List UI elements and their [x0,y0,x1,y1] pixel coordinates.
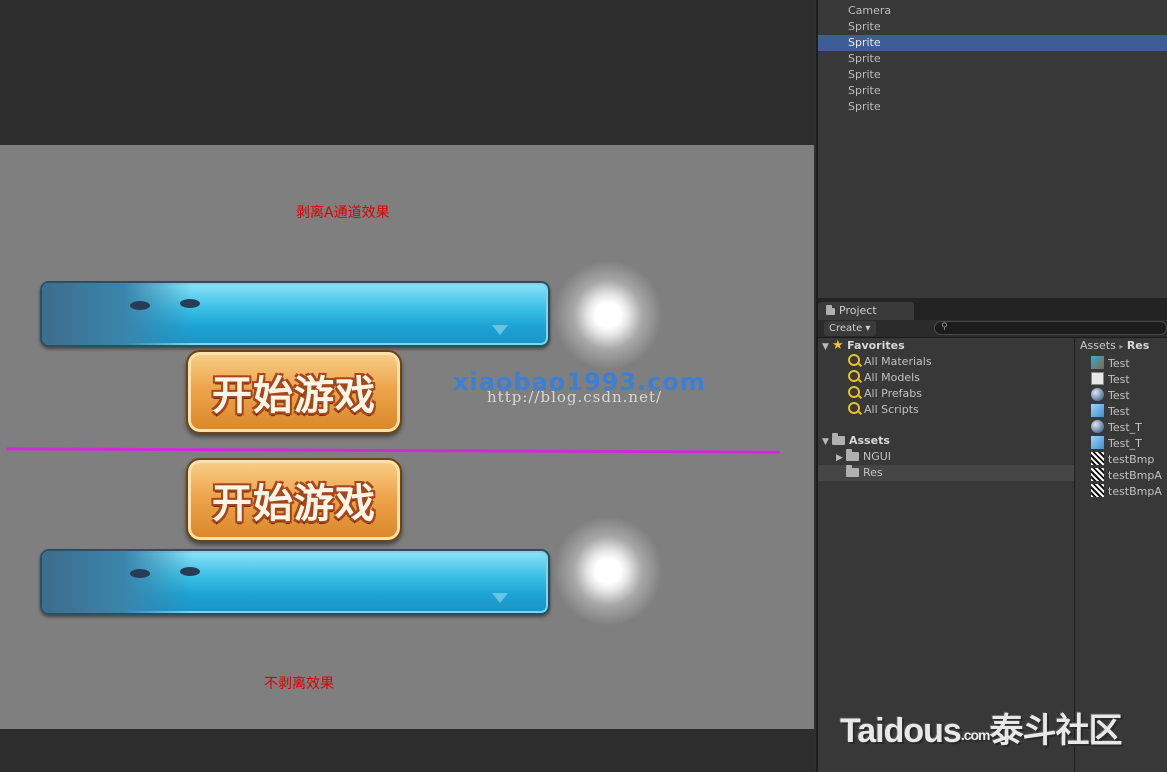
game-view[interactable]: 剥离A通道效果 开始游戏 xiaobao1993.com http://blog… [0,145,814,729]
asset-item[interactable]: Test [1091,356,1130,372]
prefab-icon [1091,356,1104,369]
breadcrumb-root[interactable]: Assets [1080,339,1116,352]
game-view-bottom-bar [0,729,814,772]
favorites-header[interactable]: ▼ ★ Favorites [822,338,905,354]
asset-label: Test [1108,405,1130,418]
favorite-item[interactable]: All Scripts [848,402,919,418]
search-icon: ⚲ [941,322,948,332]
asset-label: testBmp [1108,453,1155,466]
watermark-url: http://blog.csdn.net/ [487,388,663,406]
asset-label: testBmpA [1108,469,1162,482]
expand-arrow-icon: ▼ [822,437,829,447]
folder-icon [846,465,859,477]
asset-item[interactable]: Test [1091,404,1130,420]
asset-item[interactable]: testBmpA [1091,468,1162,484]
folder-icon [832,433,845,445]
hierarchy-item-sprite[interactable]: Sprite [818,19,1167,35]
asset-item[interactable]: Test_T [1091,436,1142,452]
create-dropdown[interactable]: Create ▾ [824,321,876,336]
start-game-label: 开始游戏 [212,481,376,527]
collapse-arrow-icon: ▶ [836,453,843,463]
hierarchy-item-sprite[interactable]: Sprite [818,99,1167,115]
site-watermark-logo: Taidous.com泰斗社区 [840,703,1123,752]
start-game-button-bottom[interactable]: 开始游戏 [186,458,402,542]
favorite-label: All Scripts [864,403,919,416]
asset-label: Test_T [1108,437,1142,450]
texture-icon [1091,484,1104,497]
tab-project-label: Project [839,304,877,317]
assets-title: Assets [849,434,890,447]
tab-project[interactable]: Project [818,302,914,320]
favorite-label: All Models [864,371,920,384]
hierarchy-item-sprite-selected[interactable]: Sprite [818,35,1167,51]
search-icon [848,354,860,366]
expand-arrow-icon: ▼ [822,342,829,352]
cube-icon [1091,404,1104,417]
start-game-label: 开始游戏 [212,373,376,419]
asset-item[interactable]: testBmpA [1091,484,1162,500]
asset-label: testBmpA [1108,485,1162,498]
breadcrumb-current[interactable]: Res [1127,339,1149,352]
hierarchy-item-sprite[interactable]: Sprite [818,83,1167,99]
folder-icon [826,305,835,315]
start-game-button-top[interactable]: 开始游戏 [186,350,402,434]
breadcrumb-separator-icon: ▸ [1119,342,1124,351]
cube-icon [1091,436,1104,449]
folder-label: NGUI [863,450,892,463]
asset-label: Test [1108,357,1130,370]
project-search-input[interactable]: ⚲ [934,321,1167,335]
favorite-item[interactable]: All Materials [848,354,932,370]
bar-shine-mark [492,325,508,335]
progress-bar-bottom [40,549,550,615]
favorite-label: All Materials [864,355,932,368]
character-face-art [42,283,192,345]
watermark-brand: Taidous [840,712,962,750]
asset-item[interactable]: Test [1091,388,1130,404]
face-eye-left [130,569,150,578]
texture-icon [1091,468,1104,481]
search-icon [848,402,860,414]
favorite-label: All Prefabs [864,387,922,400]
breadcrumb: Assets ▸ Res [1080,339,1149,352]
watermark-cn: 泰斗社区 [989,712,1123,750]
asset-item[interactable]: testBmp [1091,452,1154,468]
face-eye-right [180,299,200,308]
folder-label: Res [863,466,883,479]
watermark-suffix: .com [960,727,991,743]
hierarchy-item-sprite[interactable]: Sprite [818,51,1167,67]
folder-item-res-selected[interactable]: Res [818,465,1075,481]
asset-item[interactable]: Test [1091,372,1130,388]
favorites-title: Favorites [847,339,905,352]
hierarchy-item-sprite[interactable]: Sprite [818,67,1167,83]
star-icon: ★ [832,338,844,353]
search-icon [848,370,860,382]
folder-item-ngui[interactable]: ▶ NGUI [836,449,891,465]
hierarchy-panel: Camera Sprite Sprite Sprite Sprite Sprit… [816,0,1167,298]
favorite-item[interactable]: All Prefabs [848,386,922,402]
script-icon [1091,372,1104,385]
material-icon [1091,388,1104,401]
assets-header[interactable]: ▼ Assets [822,433,890,449]
asset-label: Test_T [1108,421,1142,434]
favorite-item[interactable]: All Models [848,370,920,386]
bar-shine-mark [492,593,508,603]
progress-bar-top [40,281,550,347]
texture-icon [1091,452,1104,465]
search-icon [848,386,860,398]
face-eye-left [130,301,150,310]
asset-label: Test [1108,373,1130,386]
face-eye-right [180,567,200,576]
character-face-art [42,551,192,613]
label-no-split: 不剥离效果 [264,676,334,692]
game-view-top-bar [0,0,814,145]
label-alpha-split: 剥离A通道效果 [296,205,390,221]
asset-label: Test [1108,389,1130,402]
glow-sprite-top [553,260,663,370]
asset-item[interactable]: Test_T [1091,420,1142,436]
folder-icon [846,449,859,461]
glow-sprite-bottom [553,516,663,626]
hierarchy-item-camera[interactable]: Camera [818,3,1167,19]
material-icon [1091,420,1104,433]
